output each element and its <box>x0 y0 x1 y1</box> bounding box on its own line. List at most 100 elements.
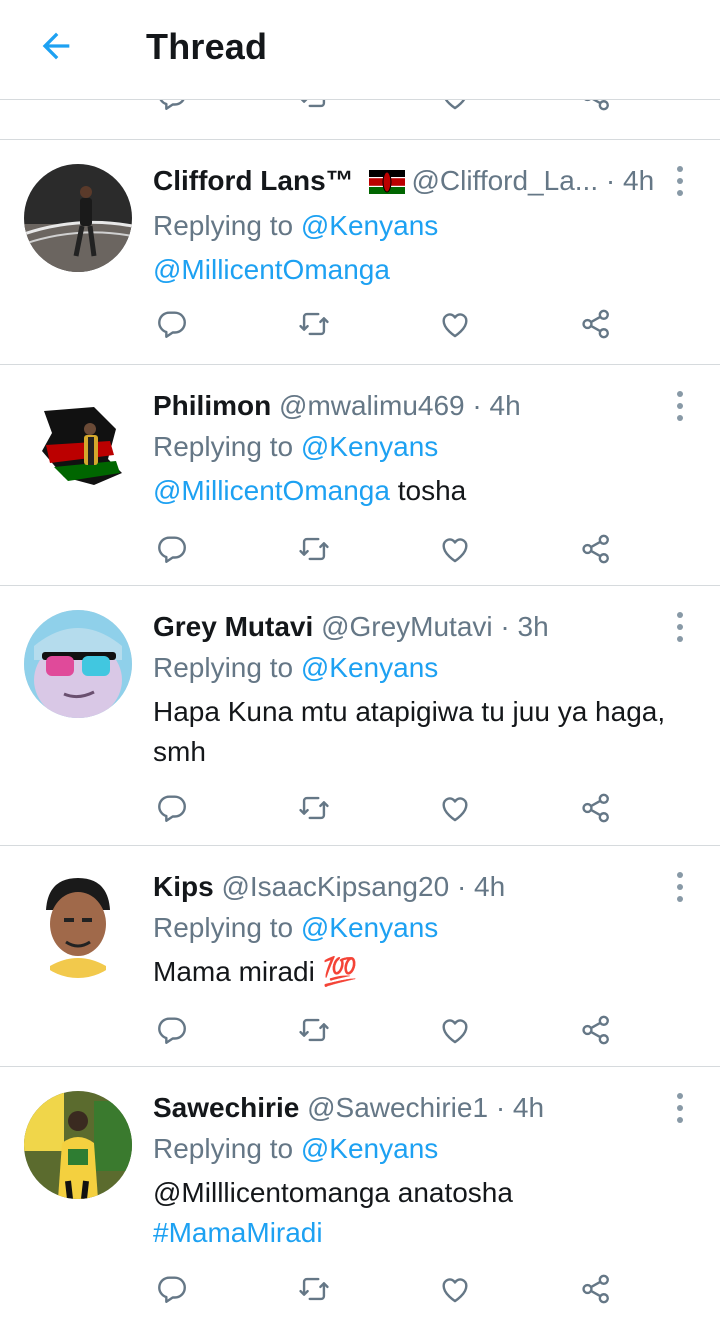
mention-link[interactable]: @MillicentOmanga <box>153 475 390 506</box>
retweet-button[interactable] <box>296 306 332 342</box>
more-options-button[interactable] <box>670 166 690 196</box>
user-handle[interactable]: @GreyMutavi <box>321 611 493 642</box>
retweet-icon <box>299 537 329 561</box>
user-name[interactable]: Grey Mutavi <box>153 611 313 642</box>
like-button[interactable] <box>437 790 473 826</box>
share-button[interactable] <box>578 531 614 567</box>
user-name[interactable]: Clifford Lans™ <box>153 165 354 196</box>
like-button[interactable] <box>437 100 473 114</box>
arrow-left-icon <box>42 32 70 60</box>
reply-icon <box>158 536 186 563</box>
more-options-button[interactable] <box>670 872 690 902</box>
avatar-image <box>24 164 132 272</box>
avatar[interactable] <box>24 610 132 718</box>
like-button[interactable] <box>437 531 473 567</box>
replying-prefix: Replying to <box>153 912 294 943</box>
tweet-actions <box>154 100 614 114</box>
tweet-time: · 4h <box>456 871 506 902</box>
reply-button[interactable] <box>154 1271 190 1307</box>
like-icon <box>442 313 468 338</box>
reply-button[interactable] <box>154 531 190 567</box>
avatar[interactable] <box>24 1091 132 1199</box>
replying-to: Replying to @Kenyans <box>153 906 680 950</box>
mention-link[interactable]: @Kenyans <box>301 431 438 462</box>
like-icon <box>442 1019 468 1044</box>
share-icon <box>582 1274 609 1304</box>
tweet[interactable]: Philimon @mwalimu469 · 4h Replying to @K… <box>0 365 720 586</box>
hashtag-link[interactable]: #MamaMiradi <box>153 1213 680 1253</box>
avatar-image <box>24 870 132 978</box>
reply-icon <box>158 1276 186 1303</box>
user-handle[interactable]: @IsaacKipsang20 <box>221 871 449 902</box>
tweet-actions <box>154 531 614 567</box>
share-button[interactable] <box>578 790 614 826</box>
share-button[interactable] <box>578 306 614 342</box>
user-name[interactable]: Philimon <box>153 390 271 421</box>
tweet[interactable]: Clifford Lans™ @Clifford_La... · 4h Repl… <box>0 140 720 365</box>
back-button[interactable] <box>30 22 82 70</box>
mention-link[interactable]: @Kenyans <box>301 1133 438 1164</box>
tweet-actions <box>154 1012 614 1048</box>
share-icon <box>582 534 609 564</box>
retweet-icon <box>299 1277 329 1301</box>
replying-to: Replying to @Kenyans <box>153 1127 680 1171</box>
thread-feed: Clifford Lans™ @Clifford_La... · 4h Repl… <box>0 140 720 1326</box>
mention-link[interactable]: @Kenyans <box>301 652 438 683</box>
reply-icon <box>158 795 186 822</box>
replying-prefix: Replying to <box>153 210 294 241</box>
tweet[interactable]: Grey Mutavi @GreyMutavi · 3h Replying to… <box>0 586 720 846</box>
user-name[interactable]: Sawechirie <box>153 1092 299 1123</box>
tweet-actions <box>154 1271 614 1307</box>
like-button[interactable] <box>437 1271 473 1307</box>
reply-icon <box>158 311 186 338</box>
mention-link[interactable]: @Kenyans <box>301 210 438 241</box>
share-button[interactable] <box>578 100 614 114</box>
tweet-actions <box>154 790 614 826</box>
avatar[interactable] <box>24 164 132 272</box>
reply-button[interactable] <box>154 1012 190 1048</box>
retweet-button[interactable] <box>296 1012 332 1048</box>
user-name[interactable]: Kips <box>153 871 214 902</box>
reply-button[interactable] <box>154 100 190 114</box>
tweet[interactable]: Kips @IsaacKipsang20 · 4h Replying to @K… <box>0 846 720 1067</box>
share-icon <box>582 793 609 823</box>
reply-icon <box>158 1017 186 1044</box>
share-button[interactable] <box>578 1012 614 1048</box>
retweet-button[interactable] <box>296 100 332 114</box>
replying-to: Replying to @Kenyans <box>153 646 680 690</box>
retweet-button[interactable] <box>296 790 332 826</box>
retweet-button[interactable] <box>296 531 332 567</box>
retweet-button[interactable] <box>296 1271 332 1307</box>
like-icon <box>442 797 468 822</box>
share-icon <box>582 1015 609 1045</box>
more-options-button[interactable] <box>670 1093 690 1123</box>
reply-button[interactable] <box>154 790 190 826</box>
reply-button[interactable] <box>154 306 190 342</box>
like-button[interactable] <box>437 306 473 342</box>
tweet-body: Hapa Kuna mtu atapigiwa tu juu ya haga, … <box>153 696 666 767</box>
like-icon <box>442 1278 468 1303</box>
replying-to: Replying to @Kenyans <box>153 204 680 248</box>
avatar[interactable] <box>24 389 132 497</box>
tweet[interactable]: Sawechirie @Sawechirie1 · 4h Replying to… <box>0 1067 720 1326</box>
avatar[interactable] <box>24 870 132 978</box>
like-icon <box>442 538 468 563</box>
app-header: Thread <box>0 0 720 100</box>
avatar-image <box>24 610 132 718</box>
retweet-icon <box>300 100 326 108</box>
more-options-button[interactable] <box>670 612 690 642</box>
share-button[interactable] <box>578 1271 614 1307</box>
user-handle[interactable]: @mwalimu469 <box>279 390 465 421</box>
retweet-icon <box>299 312 329 336</box>
like-button[interactable] <box>437 1012 473 1048</box>
mention-link[interactable]: @MillicentOmanga <box>153 254 390 285</box>
page-title: Thread <box>146 26 268 67</box>
mention-link[interactable]: @Kenyans <box>301 912 438 943</box>
more-options-button[interactable] <box>670 391 690 421</box>
user-handle[interactable]: @Clifford_La... <box>411 165 598 196</box>
replying-prefix: Replying to <box>153 431 294 462</box>
user-handle[interactable]: @Sawechirie1 <box>307 1092 488 1123</box>
share-icon <box>584 100 609 111</box>
retweet-icon <box>299 796 329 820</box>
retweet-icon <box>299 1018 329 1042</box>
